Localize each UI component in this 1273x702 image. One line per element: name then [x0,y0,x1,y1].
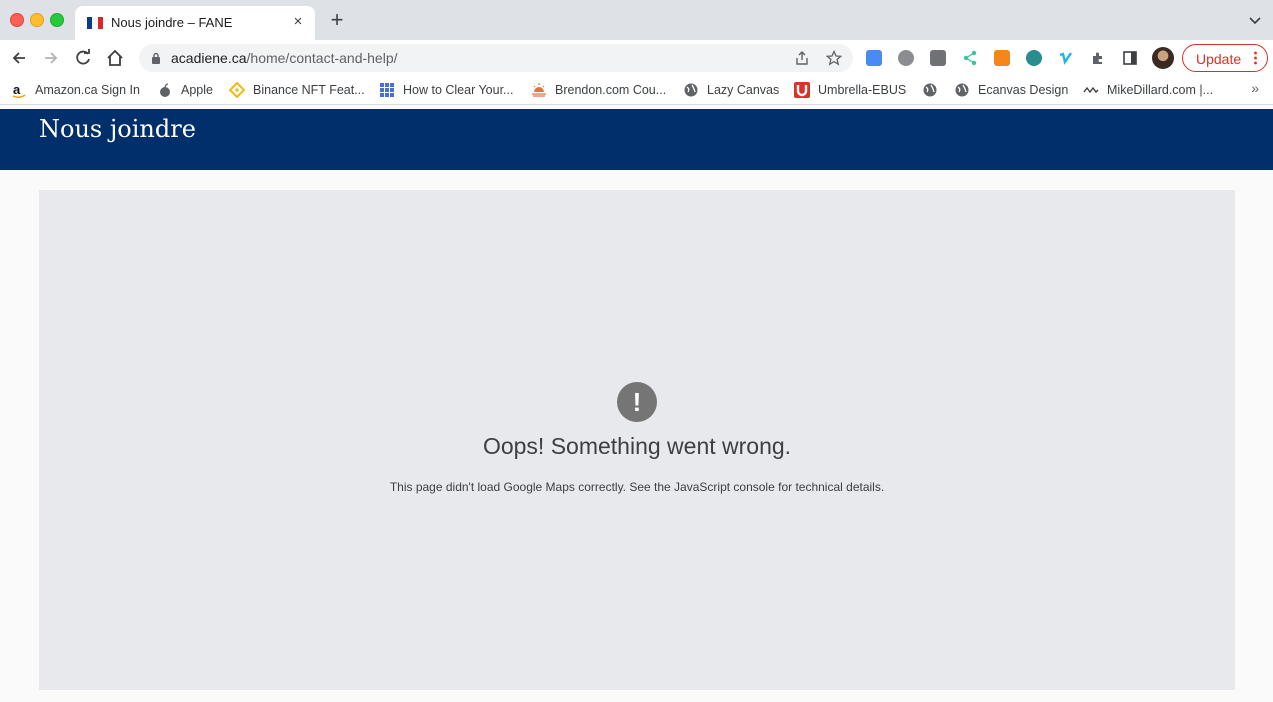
sunrise-icon [532,83,546,97]
reload-icon[interactable] [73,48,93,68]
umbrella-icon [794,82,810,98]
chevron-down-icon[interactable] [1247,12,1263,28]
extension-skype-icon[interactable] [898,50,914,66]
active-tab[interactable]: Nous joindre – FANE × [75,6,315,40]
globe-icon[interactable] [922,82,938,98]
forward-icon[interactable] [41,48,61,68]
browser-toolbar: acadiene.ca/home/contact-and-help/ Updat… [0,40,1273,76]
exclamation-icon: ! [632,387,642,417]
close-window-button[interactable] [10,13,24,27]
more-bookmarks-icon[interactable]: » [1251,80,1259,96]
bookmark-brendon[interactable]: Brendon.com Cou... [555,82,666,98]
globe-icon [955,83,969,97]
url-text[interactable]: acadiene.ca/home/contact-and-help/ [171,50,398,66]
share-icon[interactable] [794,50,810,66]
lock-icon[interactable] [151,52,161,64]
error-icon: ! [617,382,657,422]
url-path: /home/contact-and-help/ [246,50,398,66]
bookmark-umbrella[interactable]: Umbrella-EBUS [818,82,906,98]
update-label: Update [1196,51,1242,67]
zoom-window-button[interactable] [50,13,64,27]
bookmarks-bar: a Amazon.ca Sign In Apple Binance NFT Fe… [0,76,1273,105]
bookmark-lazy-canvas[interactable]: Lazy Canvas [707,82,779,98]
globe-icon [684,83,698,97]
back-icon[interactable] [9,48,29,68]
map-container: ! Oops! Something went wrong. This page … [39,190,1235,690]
md-icon [1083,86,1099,94]
bookmark-apple[interactable]: Apple [181,82,213,98]
bookmark-mikedillard[interactable]: MikeDillard.com |... [1107,82,1213,98]
home-icon[interactable] [105,48,125,68]
profile-avatar[interactable] [1152,47,1174,69]
extensions-puzzle-icon[interactable] [1090,50,1106,66]
binance-icon [229,82,245,98]
bookmark-ecanvas[interactable]: Ecanvas Design [978,82,1068,98]
extension-translate-icon[interactable] [866,50,882,66]
minimize-window-button[interactable] [30,13,44,27]
extension-metamask-icon[interactable] [994,50,1010,66]
extension-share-icon[interactable] [962,50,978,66]
svg-text:a: a [13,82,21,97]
apple-icon [160,83,170,97]
update-button[interactable]: Update [1182,44,1268,72]
tab-strip: Nous joindre – FANE × + [0,0,1273,40]
tab-close-icon[interactable]: × [289,13,307,31]
side-panel-icon[interactable] [1122,50,1138,66]
bookmark-star-icon[interactable] [826,50,842,66]
acadian-flag-icon [87,17,103,29]
bookmark-how-to-clear[interactable]: How to Clear Your... [403,82,513,98]
url-domain: acadiene.ca [171,50,247,66]
extension-grammar-icon[interactable] [930,50,946,66]
bookmark-amazon[interactable]: Amazon.ca Sign In [35,82,140,98]
grid-icon [380,83,394,97]
extension-circle-icon[interactable] [1026,50,1042,66]
new-tab-button[interactable]: + [327,9,347,31]
error-title: Oops! Something went wrong. [482,433,792,459]
tab-title: Nous joindre – FANE [111,15,233,30]
error-detail: This page didn't load Google Maps correc… [389,480,885,494]
address-bar[interactable]: acadiene.ca/home/contact-and-help/ [139,44,853,72]
amazon-icon: a [12,82,26,98]
kebab-menu-icon [1254,51,1257,65]
page-title: Nous joindre [39,115,196,143]
extension-vimeo-icon[interactable] [1058,50,1074,66]
bookmark-binance[interactable]: Binance NFT Feat... [253,82,365,98]
page-header: Nous joindre [0,109,1273,170]
